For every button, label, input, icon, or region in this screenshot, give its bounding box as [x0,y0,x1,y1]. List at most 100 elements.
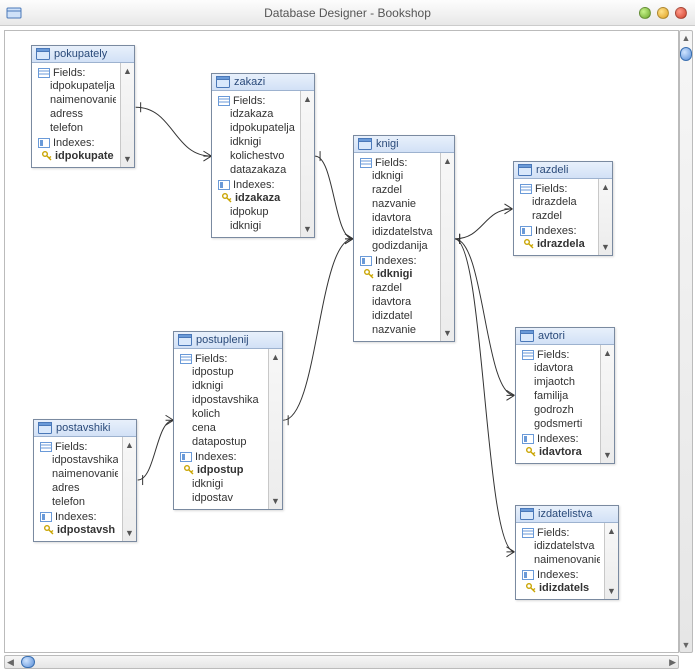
table-pokupately[interactable]: pokupatelyFields:idpokupateljanaimenovan… [31,45,135,168]
index-row-primary[interactable]: idpostup [180,463,264,477]
table-scrollbar[interactable]: ▲▼ [598,179,612,255]
window-titlebar[interactable]: Database Designer - Bookshop [0,0,695,26]
field-row[interactable]: idizdatelstva [360,225,436,239]
table-avtori[interactable]: avtoriFields:idavtoraimjaotchfamilijagod… [515,327,615,464]
index-row[interactable]: nazvanie [360,323,436,337]
field-row[interactable]: idavtora [522,361,596,375]
field-row[interactable]: razdel [360,183,436,197]
scroll-up-icon[interactable]: ▲ [124,439,136,451]
table-scrollbar[interactable]: ▲▼ [440,153,454,341]
table-header[interactable]: razdeli [514,162,612,179]
index-row[interactable]: idpostav [180,491,264,505]
scroll-up-icon[interactable]: ▲ [122,65,134,77]
field-row[interactable]: idknigi [180,379,264,393]
table-header[interactable]: knigi [354,136,454,153]
scroll-up-icon[interactable]: ▲ [442,155,454,167]
table-header[interactable]: postuplenij [174,332,282,349]
field-row[interactable]: kolichestvo [218,149,296,163]
scroll-up-icon[interactable]: ▲ [600,181,612,193]
scroll-up-icon[interactable]: ▲ [302,93,314,105]
index-row-primary[interactable]: idpostavsh [40,523,118,537]
scroll-right-icon[interactable]: ▶ [669,657,676,667]
index-row[interactable]: idavtora [360,295,436,309]
field-row[interactable]: idpokupatelja [38,79,116,93]
scroll-down-icon[interactable]: ▼ [602,449,614,461]
field-row[interactable]: kolich [180,407,264,421]
field-row[interactable]: idavtora [360,211,436,225]
table-knigi[interactable]: knigiFields:idknigirazdelnazvanieidavtor… [353,135,455,342]
minimize-button[interactable] [639,7,651,19]
horizontal-scrollbar[interactable]: ◀ ▶ [4,655,679,669]
field-row[interactable]: nazvanie [360,197,436,211]
index-row[interactable]: idpokup [218,205,296,219]
index-row-primary[interactable]: idizdatels [522,581,600,595]
field-row[interactable]: naimenovanie [38,93,116,107]
field-row[interactable]: telefon [38,121,116,135]
field-row[interactable]: cena [180,421,264,435]
close-button[interactable] [675,7,687,19]
field-row[interactable]: idknigi [360,169,436,183]
scroll-left-icon[interactable]: ◀ [7,657,14,667]
field-row[interactable]: adres [40,481,118,495]
field-row[interactable]: adress [38,107,116,121]
table-header[interactable]: avtori [516,328,614,345]
field-row[interactable]: idknigi [218,135,296,149]
field-row[interactable]: idpokupatelja [218,121,296,135]
scroll-up-icon[interactable]: ▲ [606,525,618,537]
table-scrollbar[interactable]: ▲▼ [122,437,136,541]
scroll-down-icon[interactable]: ▼ [122,153,134,165]
table-header[interactable]: zakazi [212,74,314,91]
scroll-down-icon[interactable]: ▼ [124,527,136,539]
index-row-primary[interactable]: idavtora [522,445,596,459]
scroll-down-icon[interactable]: ▼ [302,223,314,235]
field-row[interactable]: razdel [520,209,594,223]
scroll-down-icon[interactable]: ▼ [270,495,282,507]
table-scrollbar[interactable]: ▲▼ [120,63,134,167]
index-row[interactable]: idknigi [218,219,296,233]
field-row[interactable]: imjaotch [522,375,596,389]
scroll-down-icon[interactable]: ▼ [442,327,454,339]
index-row-primary[interactable]: idknigi [360,267,436,281]
field-row[interactable]: idpostup [180,365,264,379]
scroll-down-icon[interactable]: ▼ [606,585,618,597]
scroll-down-icon[interactable]: ▼ [682,640,691,650]
index-row[interactable]: razdel [360,281,436,295]
scroll-down-icon[interactable]: ▼ [600,241,612,253]
vertical-scroll-thumb[interactable] [680,47,692,61]
table-izdatelistva[interactable]: izdatelistvaFields:idizdatelstvanaimenov… [515,505,619,600]
field-row[interactable]: idizdatelstva [522,539,600,553]
designer-canvas[interactable]: pokupatelyFields:idpokupateljanaimenovan… [4,30,679,653]
field-row[interactable]: idpostavshika [40,453,118,467]
field-row[interactable]: idrazdela [520,195,594,209]
field-row[interactable]: naimenovanie [40,467,118,481]
scroll-up-icon[interactable]: ▲ [682,33,691,43]
horizontal-scroll-thumb[interactable] [21,656,35,668]
field-row[interactable]: godrozh [522,403,596,417]
table-header[interactable]: pokupately [32,46,134,63]
vertical-scrollbar[interactable]: ▲ ▼ [679,30,693,653]
table-header[interactable]: postavshiki [34,420,136,437]
field-row[interactable]: telefon [40,495,118,509]
scroll-up-icon[interactable]: ▲ [270,351,282,363]
field-row[interactable]: godsmerti [522,417,596,431]
scroll-up-icon[interactable]: ▲ [602,347,614,359]
index-row[interactable]: idizdatel [360,309,436,323]
field-row[interactable]: datazakaza [218,163,296,177]
table-razdeli[interactable]: razdeliFields:idrazdelarazdelIndexes:idr… [513,161,613,256]
index-row[interactable]: idknigi [180,477,264,491]
field-row[interactable]: idzakaza [218,107,296,121]
table-scrollbar[interactable]: ▲▼ [268,349,282,509]
field-row[interactable]: godizdanija [360,239,436,253]
field-row[interactable]: datapostup [180,435,264,449]
table-postuplenij[interactable]: postuplenijFields:idpostupidknigiidposta… [173,331,283,510]
field-row[interactable]: idpostavshika [180,393,264,407]
index-row-primary[interactable]: idrazdela [520,237,594,251]
table-zakazi[interactable]: zakaziFields:idzakazaidpokupateljaidknig… [211,73,315,238]
index-row-primary[interactable]: idzakaza [218,191,296,205]
field-row[interactable]: familija [522,389,596,403]
field-row[interactable]: naimenovanie [522,553,600,567]
table-postavshiki[interactable]: postavshikiFields:idpostavshikanaimenova… [33,419,137,542]
table-scrollbar[interactable]: ▲▼ [604,523,618,599]
table-scrollbar[interactable]: ▲▼ [600,345,614,463]
table-header[interactable]: izdatelistva [516,506,618,523]
